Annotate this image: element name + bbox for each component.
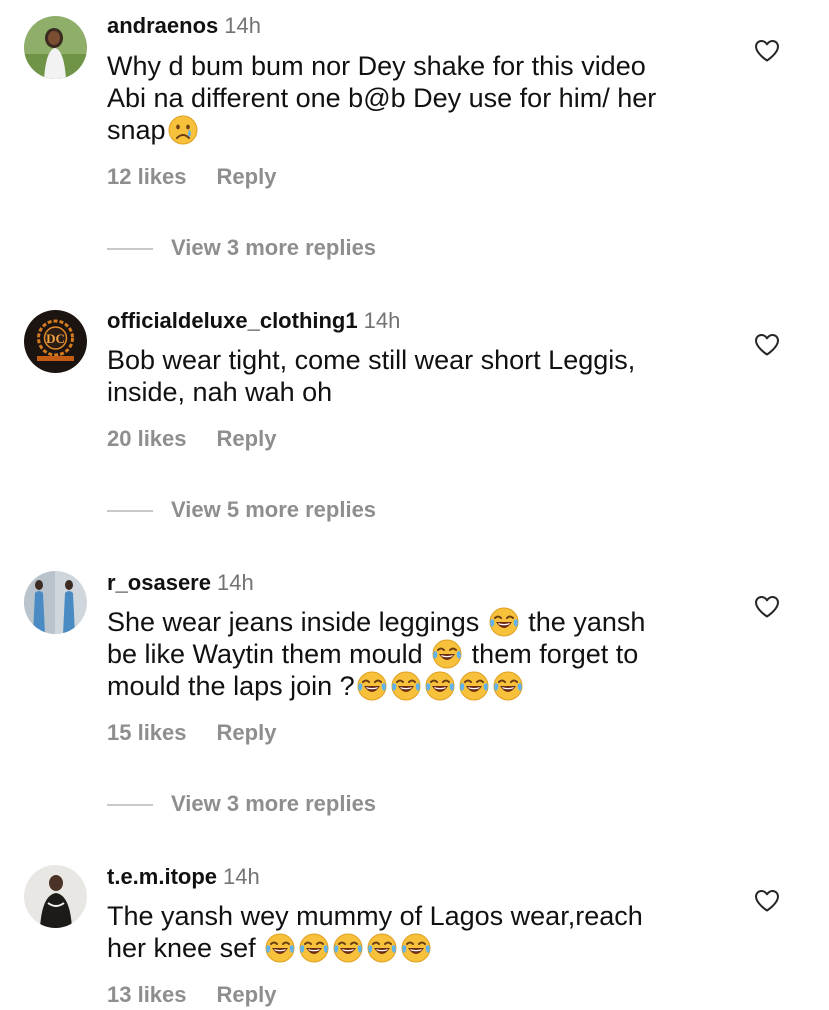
comment-line: The yansh wey mummy of Lagos wear,reach: [107, 901, 643, 931]
tears-of-joy-emoji-icon: [366, 932, 398, 964]
avatar[interactable]: [24, 16, 87, 79]
view-more-replies-button[interactable]: View 3 more replies: [107, 791, 376, 821]
likes-count[interactable]: 20 likes: [107, 426, 187, 451]
comment-line-text: mould the laps join ?: [107, 671, 355, 701]
comment-meta: officialdeluxe_clothing1 14h: [107, 308, 400, 334]
tears-of-joy-emoji-icon: [458, 670, 490, 702]
tears-of-joy-emoji-icon: [390, 670, 422, 702]
reply-button[interactable]: Reply: [217, 164, 277, 189]
view-more-replies-button[interactable]: View 3 more replies: [107, 235, 376, 265]
likes-count[interactable]: 13 likes: [107, 982, 187, 1007]
reply-button[interactable]: Reply: [217, 426, 277, 451]
comment-meta: t.e.m.itope 14h: [107, 864, 260, 890]
comment-actions: 13 likes Reply: [107, 982, 276, 1008]
crying-face-emoji-icon: [167, 114, 199, 146]
heart-outline-icon[interactable]: [754, 889, 780, 913]
avatar[interactable]: [24, 865, 87, 928]
comment-line-text: them forget to: [471, 639, 639, 669]
avatar[interactable]: DC: [24, 310, 87, 373]
comment-text: Bob wear tight, come still wear short Le…: [107, 344, 747, 408]
divider-line: [107, 510, 153, 512]
likes-count[interactable]: 15 likes: [107, 720, 187, 745]
view-replies-label: View 3 more replies: [171, 791, 377, 816]
username[interactable]: r_osasere: [107, 570, 211, 595]
tears-of-joy-emoji-icon: [431, 638, 463, 670]
comment-actions: 12 likes Reply: [107, 164, 276, 190]
timestamp: 14h: [216, 570, 254, 595]
comment-line-text: the yansh: [528, 607, 646, 637]
reply-button[interactable]: Reply: [217, 982, 277, 1007]
tears-of-joy-emoji-icon: [356, 670, 388, 702]
username[interactable]: officialdeluxe_clothing1: [107, 308, 358, 333]
comment-actions: 15 likes Reply: [107, 720, 276, 746]
divider-line: [107, 248, 153, 250]
timestamp: 14h: [363, 308, 401, 333]
avatar[interactable]: [24, 571, 87, 634]
username[interactable]: t.e.m.itope: [107, 864, 217, 889]
comment-line-text: her knee sef: [107, 933, 256, 963]
timestamp: 14h: [224, 13, 261, 38]
comment-actions: 20 likes Reply: [107, 426, 276, 452]
comment-line-text: be like Waytin them mould: [107, 639, 423, 669]
tears-of-joy-emoji-icon: [332, 932, 364, 964]
svg-text:DC: DC: [46, 331, 65, 346]
tears-of-joy-emoji-icon: [400, 932, 432, 964]
comment-line: be like Waytin them mould them forget to: [107, 638, 747, 670]
comment-line: inside, nah wah oh: [107, 377, 333, 407]
tears-of-joy-emoji-icon: [298, 932, 330, 964]
username[interactable]: andraenos: [107, 13, 218, 38]
view-more-replies-button[interactable]: View 5 more replies: [107, 497, 376, 527]
comment-text: The yansh wey mummy of Lagos wear,reach …: [107, 900, 747, 964]
comment-text: Why d bum bum nor Dey shake for this vid…: [107, 50, 747, 146]
comment-meta: r_osasere 14h: [107, 570, 254, 596]
tears-of-joy-emoji-icon: [488, 606, 520, 638]
heart-outline-icon[interactable]: [754, 595, 780, 619]
heart-outline-icon[interactable]: [754, 333, 780, 357]
divider-line: [107, 804, 153, 806]
comment-line-text: snap: [107, 115, 166, 145]
comment-line: snap: [107, 114, 747, 146]
comment-line: Abi na different one b@b Dey use for him…: [107, 83, 657, 113]
comment-line: mould the laps join ?: [107, 670, 747, 702]
comment-line: She wear jeans inside leggings the yansh: [107, 606, 747, 638]
timestamp: 14h: [223, 864, 260, 889]
view-replies-label: View 3 more replies: [171, 235, 377, 260]
heart-outline-icon[interactable]: [754, 39, 780, 63]
view-replies-label: View 5 more replies: [171, 497, 377, 522]
comment-line: Bob wear tight, come still wear short Le…: [107, 345, 636, 375]
tears-of-joy-emoji-icon: [492, 670, 524, 702]
tears-of-joy-emoji-icon: [424, 670, 456, 702]
comment-line: her knee sef: [107, 932, 747, 964]
reply-button[interactable]: Reply: [217, 720, 277, 745]
comment-line-text: She wear jeans inside leggings: [107, 607, 480, 637]
likes-count[interactable]: 12 likes: [107, 164, 187, 189]
comment-line: Why d bum bum nor Dey shake for this vid…: [107, 51, 646, 81]
comment-meta: andraenos 14h: [107, 13, 261, 39]
comment-text: She wear jeans inside leggings the yansh…: [107, 606, 747, 702]
tears-of-joy-emoji-icon: [264, 932, 296, 964]
